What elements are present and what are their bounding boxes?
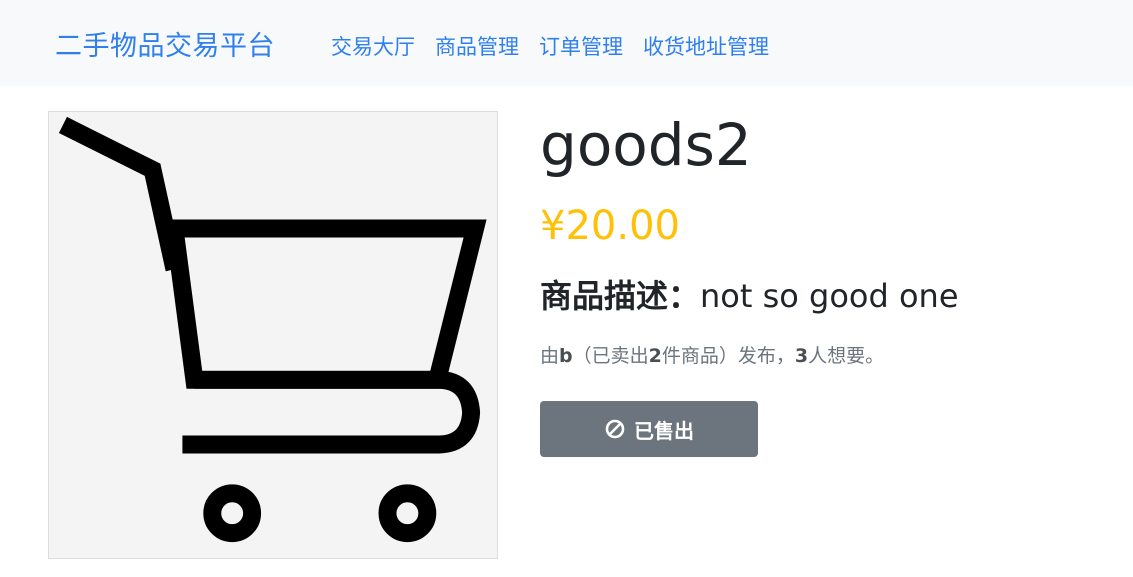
- nav-link-address-management[interactable]: 收货地址管理: [643, 31, 769, 61]
- meta-suffix: 人想要。: [808, 345, 885, 367]
- ban-icon: [605, 419, 625, 439]
- product-title: goods2: [540, 111, 752, 179]
- description-text: not so good one: [700, 277, 959, 315]
- sold-out-button[interactable]: 已售出: [540, 401, 758, 457]
- meta-prefix: 由: [540, 345, 560, 367]
- brand-link[interactable]: 二手物品交易平台: [55, 24, 275, 63]
- product-price: ¥20.00: [540, 203, 680, 249]
- shopping-cart-icon: [58, 116, 487, 543]
- description-label: 商品描述：: [540, 277, 701, 315]
- seller-name: b: [559, 345, 573, 367]
- nav-link-trading-hall[interactable]: 交易大厅: [331, 31, 415, 61]
- meta-mid2: 件商品）发布，: [661, 345, 795, 367]
- product-description: 商品描述：not so good one: [540, 276, 959, 318]
- product-image: [48, 111, 498, 559]
- nav-link-order-management[interactable]: 订单管理: [539, 31, 623, 61]
- sold-out-label: 已售出: [634, 418, 694, 443]
- meta-mid1: （已卖出: [572, 345, 649, 367]
- navbar: 二手物品交易平台 交易大厅 商品管理 订单管理 收货地址管理: [0, 0, 1133, 86]
- nav-link-goods-management[interactable]: 商品管理: [435, 31, 519, 61]
- sold-count: 2: [648, 345, 662, 367]
- want-count: 3: [794, 345, 809, 367]
- seller-info: 由b（已卖出2件商品）发布，3人想要。: [540, 344, 884, 369]
- nav-links: 交易大厅 商品管理 订单管理 收货地址管理: [331, 31, 789, 61]
